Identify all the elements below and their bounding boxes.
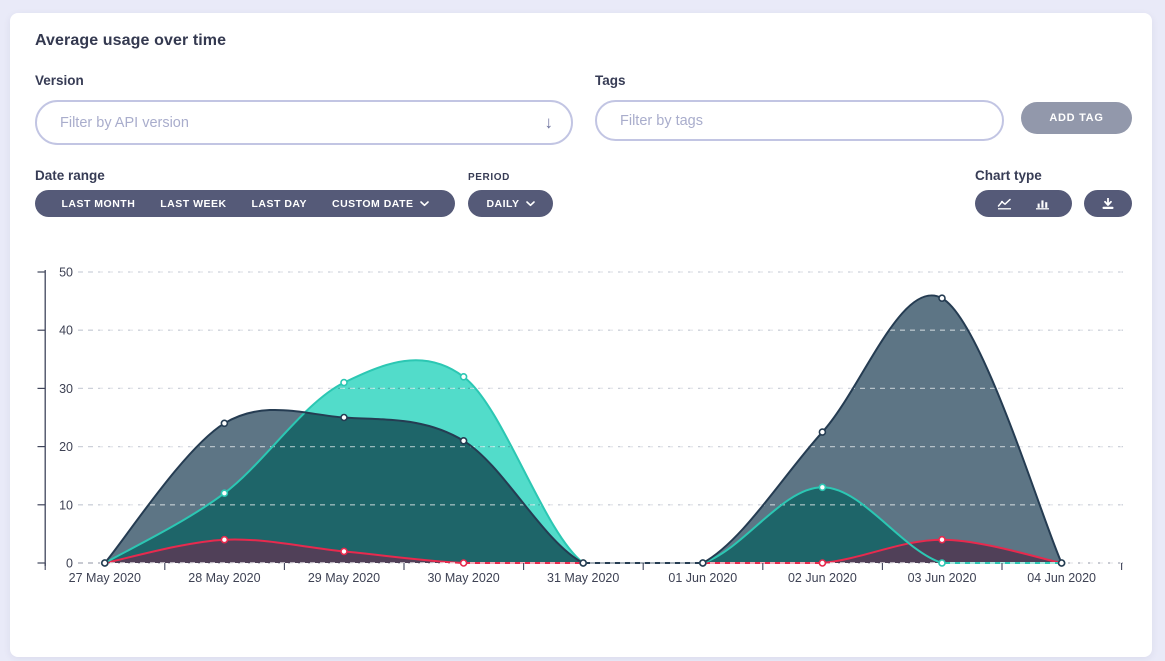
version-filter: ↓: [35, 100, 573, 145]
line-chart-button[interactable]: [997, 198, 1012, 210]
last-week-button[interactable]: LAST WEEK: [160, 198, 226, 210]
last-month-button[interactable]: LAST MONTH: [61, 198, 135, 210]
page-title: Average usage over time: [35, 32, 226, 50]
chevron-down-icon: [420, 201, 429, 207]
version-filter-input[interactable]: [58, 114, 545, 132]
tags-label: Tags: [595, 73, 626, 88]
tags-filter-input[interactable]: [618, 112, 984, 130]
period-select[interactable]: DAILY: [468, 190, 553, 217]
line-chart-icon: [997, 198, 1012, 210]
bar-chart-button[interactable]: [1035, 198, 1050, 210]
chevron-down-icon: [526, 201, 535, 207]
tags-filter: [595, 100, 1004, 141]
download-button[interactable]: [1101, 197, 1115, 210]
download-icon: [1101, 197, 1115, 210]
download-chart: [1084, 190, 1132, 217]
arrow-down-icon[interactable]: ↓: [545, 114, 554, 131]
version-label: Version: [35, 73, 84, 88]
add-tag-button[interactable]: ADD TAG: [1021, 102, 1132, 134]
date-range-bar: LAST MONTH LAST WEEK LAST DAY CUSTOM DAT…: [35, 190, 455, 217]
bar-chart-icon: [1035, 198, 1050, 210]
last-day-button[interactable]: LAST DAY: [252, 198, 308, 210]
chart-type-toggle: [975, 190, 1072, 217]
custom-date-button[interactable]: CUSTOM DATE: [332, 198, 429, 210]
period-label: PERIOD: [468, 172, 510, 183]
chart-type-label: Chart type: [975, 168, 1042, 183]
date-range-label: Date range: [35, 168, 105, 183]
period-value[interactable]: DAILY: [486, 198, 534, 210]
